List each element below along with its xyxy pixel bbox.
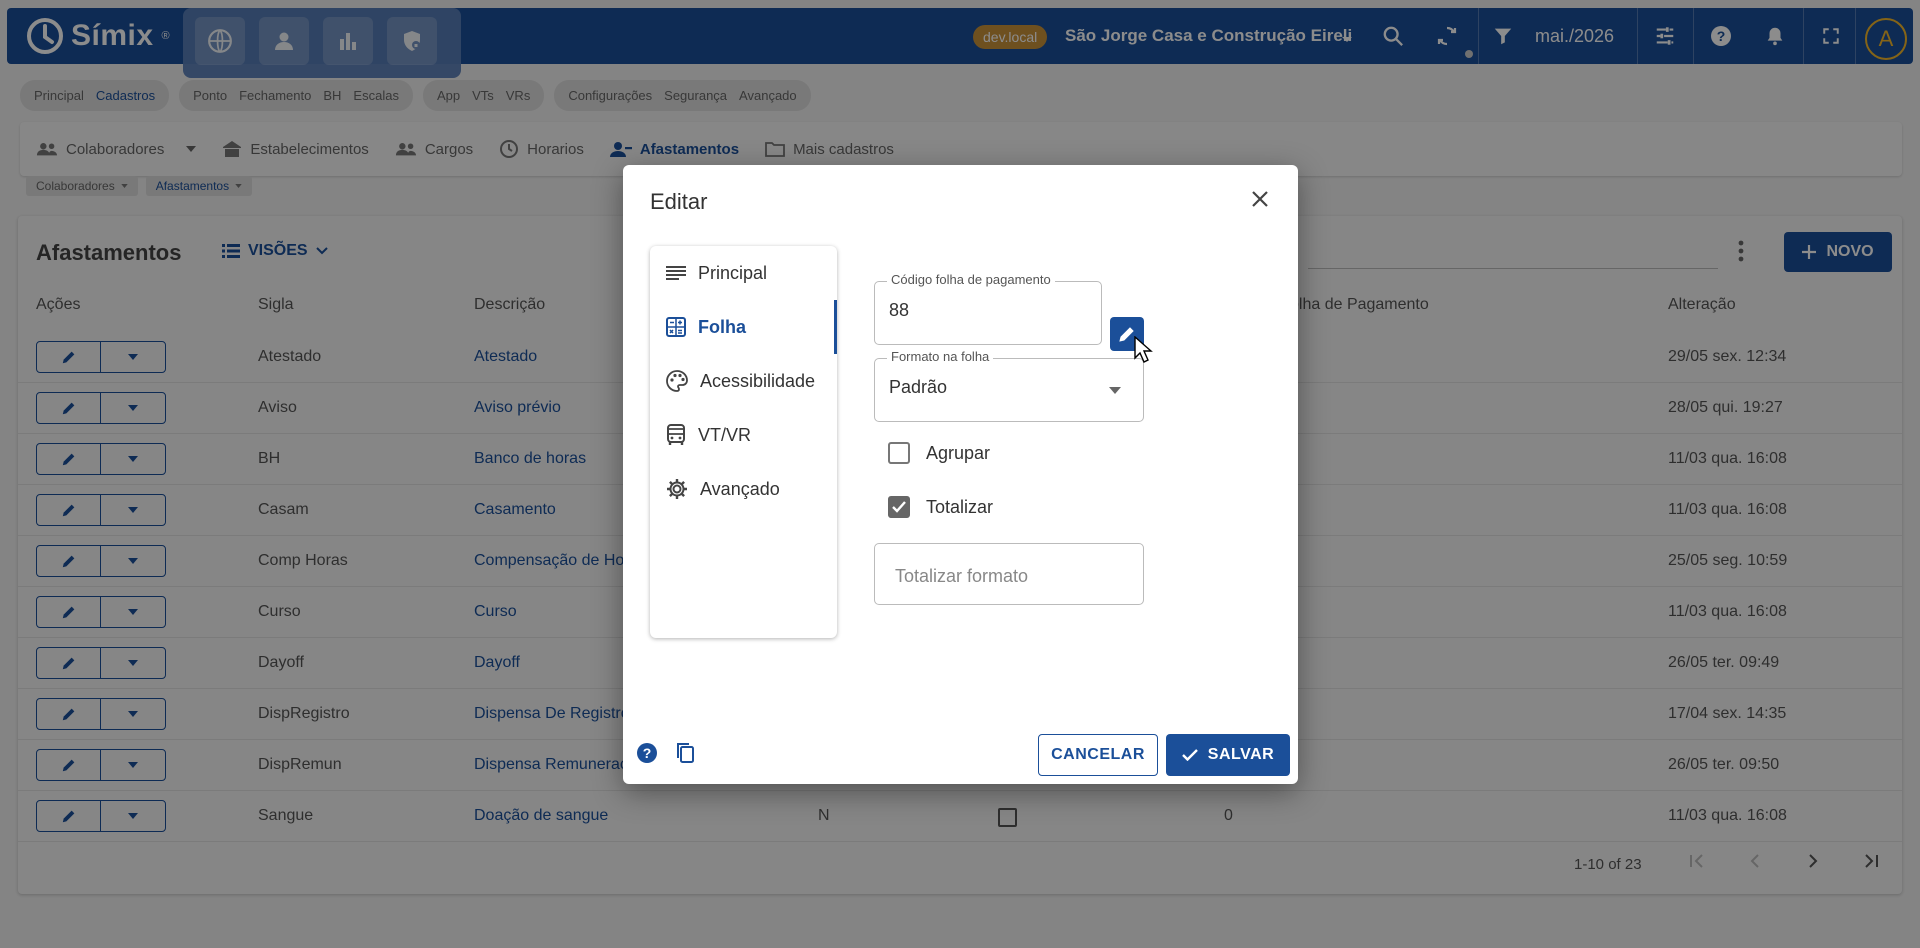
palette-icon [666,370,688,392]
totalizar-checkbox[interactable] [888,496,910,518]
totalizar-checkbox-row[interactable]: Totalizar [888,496,993,518]
calculator-icon [666,317,686,337]
section-acessibilidade[interactable]: Acessibilidade [650,354,837,408]
gear-icon [667,479,687,499]
section-label: Acessibilidade [700,370,816,391]
svg-text:?: ? [643,745,652,761]
caret-down-icon [1109,387,1121,394]
save-label: SALVAR [1207,746,1275,763]
codigo-folha-value[interactable]: 88 [889,300,909,321]
totalizar-formato-field[interactable]: Totalizar formato [874,543,1144,605]
section-vt-vr[interactable]: VT/VR [650,408,837,462]
section-folha[interactable]: Folha [650,300,837,354]
agrupar-label: Agrupar [926,442,991,463]
totalizar-label: Totalizar [926,496,994,517]
field-label: Formato na folha [887,349,994,364]
formato-folha-value: Padrão [889,377,948,397]
check-icon [892,501,906,513]
bus-icon [667,424,685,445]
help-icon[interactable]: ? [636,742,658,764]
section-label: Avançado [700,478,780,499]
mouse-cursor-icon [1134,336,1153,363]
section-label: Folha [698,316,746,337]
formato-folha-select[interactable]: Formato na folha Padrão [874,349,1144,422]
section-label: VT/VR [698,424,752,445]
close-icon[interactable] [1251,190,1269,208]
edit-dialog: Editar Principal Folha Acessibilidade VT… [623,165,1298,784]
lines-icon [666,266,686,280]
save-button[interactable]: SALVAR [1166,734,1290,776]
section-principal[interactable]: Principal [650,246,837,300]
field-label: Código folha de pagamento [887,272,1055,287]
agrupar-checkbox-row[interactable]: Agrupar [888,442,990,464]
cancel-button[interactable]: CANCELAR [1038,734,1158,776]
dialog-section-menu: Principal Folha Acessibilidade VT/VR Ava… [650,246,837,638]
codigo-folha-field[interactable]: Código folha de pagamento 88 [874,272,1102,345]
dialog-title: Editar [650,189,708,214]
check-icon [1181,749,1198,761]
agrupar-checkbox[interactable] [888,442,910,464]
section-avancado[interactable]: Avançado [650,462,837,516]
section-label: Principal [698,262,768,283]
totalizar-formato-placeholder: Totalizar formato [895,566,1029,586]
copy-icon[interactable] [675,742,695,764]
